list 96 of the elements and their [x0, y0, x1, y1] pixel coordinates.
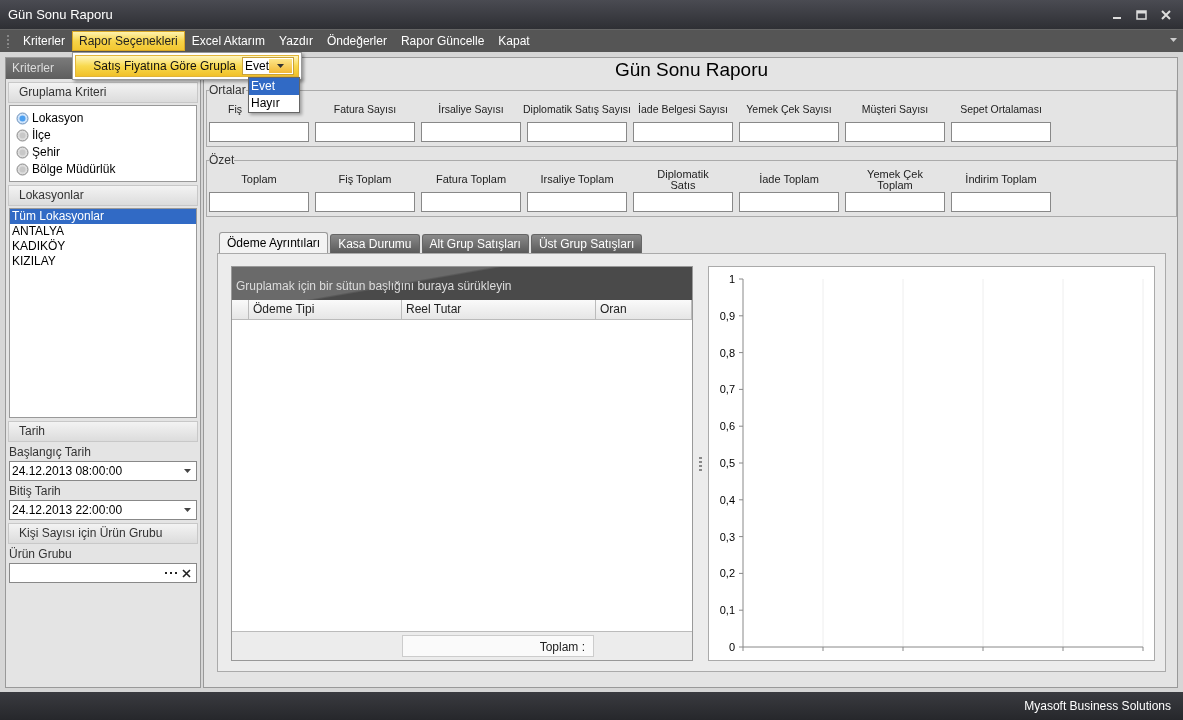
ellipsis-icon[interactable]	[165, 571, 177, 575]
y-tick-label: 0,2	[719, 567, 735, 580]
tab[interactable]: Kasa Durumu	[330, 234, 420, 253]
y-tick-label: 0	[728, 641, 735, 653]
menu-item[interactable]: Yazdır	[272, 31, 320, 51]
y-tick-label: 0,1	[719, 604, 735, 617]
window-title: Gün Sonu Raporu	[8, 7, 114, 22]
menu-item[interactable]: Rapor Güncelle	[393, 31, 492, 51]
input-field[interactable]	[633, 122, 733, 142]
list-item[interactable]: KIZILAY	[10, 254, 196, 269]
caret-icon[interactable]	[184, 469, 191, 473]
input-field[interactable]	[633, 192, 733, 212]
input-field[interactable]	[739, 192, 839, 212]
field-label: Yemek Çek Toplam	[866, 167, 924, 192]
input-field[interactable]	[209, 122, 309, 142]
caret-icon	[277, 64, 284, 68]
group-header: Tarih	[8, 421, 198, 442]
caret-icon[interactable]	[184, 508, 191, 512]
radio-option[interactable]: İlçe	[14, 127, 192, 143]
field-label: Sepet Ortalaması	[959, 102, 1043, 117]
input-field[interactable]	[421, 192, 521, 212]
group-by-price-dropdown[interactable]: Evet	[242, 57, 294, 75]
group-header: Kişi Sayısı için Ürün Grubu	[8, 523, 198, 544]
y-tick-label: 0,3	[719, 530, 735, 543]
field-label: Toplam	[240, 172, 278, 187]
field-label: Diplomatik Satıs	[656, 167, 710, 192]
menu-item[interactable]: Excel Aktarım	[184, 31, 273, 51]
y-tick-label: 0,7	[719, 383, 735, 396]
status-text: Myasoft Business Solutions	[1024, 699, 1171, 713]
group-box-title: Özet	[209, 153, 235, 167]
field-label: Müşteri Sayısı	[860, 102, 930, 117]
menu-item[interactable]: Kapat	[491, 31, 537, 51]
column-header[interactable]: Reel Tutar	[402, 300, 596, 319]
field-label: Irsaliye Toplam	[539, 172, 615, 187]
list-item[interactable]: ANTALYA	[10, 224, 196, 239]
field-label: Fatura Toplam	[434, 172, 508, 187]
menu-item[interactable]: Öndeğerler	[319, 31, 394, 51]
field-label: Yemek Çek Sayısı	[745, 102, 833, 117]
date-field[interactable]: 24.12.2013 22:00:00	[9, 500, 197, 520]
input-field[interactable]	[315, 192, 415, 212]
radio-option[interactable]: Bölge Müdürlük	[14, 161, 192, 177]
field-label: Bitiş Tarih	[8, 483, 62, 499]
tab[interactable]: Üst Grup Satışları	[530, 234, 643, 253]
menu-option-row[interactable]: Satış Fiyatına Göre Grupla Evet	[75, 55, 299, 77]
field-label: İrsaliye Sayısı	[437, 102, 505, 117]
group-header: Gruplama Kriteri	[8, 82, 198, 103]
tab[interactable]: Ödeme Ayrıntıları	[219, 232, 329, 253]
field-label: Fiş Toplam	[337, 172, 393, 187]
field-label: İade Toplam	[758, 172, 820, 187]
y-tick-label: 0,4	[719, 493, 735, 506]
group-panel: Gruplamak için bir sütun başlığını buraya sürükleyin	[232, 267, 692, 300]
menu-item[interactable]: Rapor Seçenekleri	[72, 31, 185, 51]
y-tick-label: 0,5	[719, 457, 735, 469]
product-group-field[interactable]	[9, 563, 197, 583]
field-label: Ürün Grubu	[8, 546, 73, 562]
y-tick-label: 0,6	[719, 420, 735, 433]
dropdown-option[interactable]: Hayır	[249, 95, 299, 112]
footer-total: Toplam :	[402, 635, 594, 657]
field-label: İade Belgesi Sayısı	[637, 102, 729, 117]
dropdown-option[interactable]: Evet	[249, 78, 299, 95]
field-label: Fatura Sayısı	[332, 102, 398, 117]
menu-item[interactable]: Kriterler	[16, 31, 72, 51]
column-header[interactable]: Ödeme Tipi	[249, 300, 402, 319]
input-field[interactable]	[209, 192, 309, 212]
y-tick-label: 0,9	[719, 309, 735, 322]
close-icon[interactable]	[1161, 9, 1171, 20]
radio-option[interactable]: Lokasyon	[14, 110, 192, 126]
overflow-caret-icon[interactable]	[1170, 38, 1177, 42]
splitter-grip-icon[interactable]	[699, 456, 702, 471]
radio-option[interactable]: Şehir	[14, 144, 192, 160]
column-header[interactable]: Oran	[596, 300, 692, 319]
field-label: Diplomatik Satış Sayısı	[524, 102, 630, 117]
y-tick-label: 0,8	[719, 346, 735, 359]
input-field[interactable]	[421, 122, 521, 142]
field-label: İndirim Toplam	[964, 172, 1038, 187]
date-field[interactable]: 24.12.2013 08:00:00	[9, 461, 197, 481]
input-field[interactable]	[739, 122, 839, 142]
field-label: Başlangıç Tarih	[8, 444, 92, 460]
input-field[interactable]	[527, 122, 627, 142]
input-field[interactable]	[315, 122, 415, 142]
report-title: Gün Sonu Raporu	[614, 58, 769, 81]
input-field[interactable]	[845, 122, 945, 142]
grip-icon	[6, 34, 10, 48]
input-field[interactable]	[527, 192, 627, 212]
input-field[interactable]	[845, 192, 945, 212]
clear-icon[interactable]	[182, 568, 191, 578]
tab[interactable]: Alt Grup Satışları	[421, 234, 529, 253]
list-item[interactable]: KADIKÖY	[10, 239, 196, 254]
field-label: Fiş	[227, 102, 243, 117]
y-tick-label: 1	[728, 273, 735, 285]
input-field[interactable]	[951, 192, 1051, 212]
group-header: Lokasyonlar	[8, 185, 198, 206]
list-item[interactable]: Tüm Lokasyonlar	[10, 209, 196, 224]
maximize-icon[interactable]	[1136, 9, 1147, 20]
input-field[interactable]	[951, 122, 1051, 142]
group-box-title: Ortalar	[209, 83, 246, 97]
